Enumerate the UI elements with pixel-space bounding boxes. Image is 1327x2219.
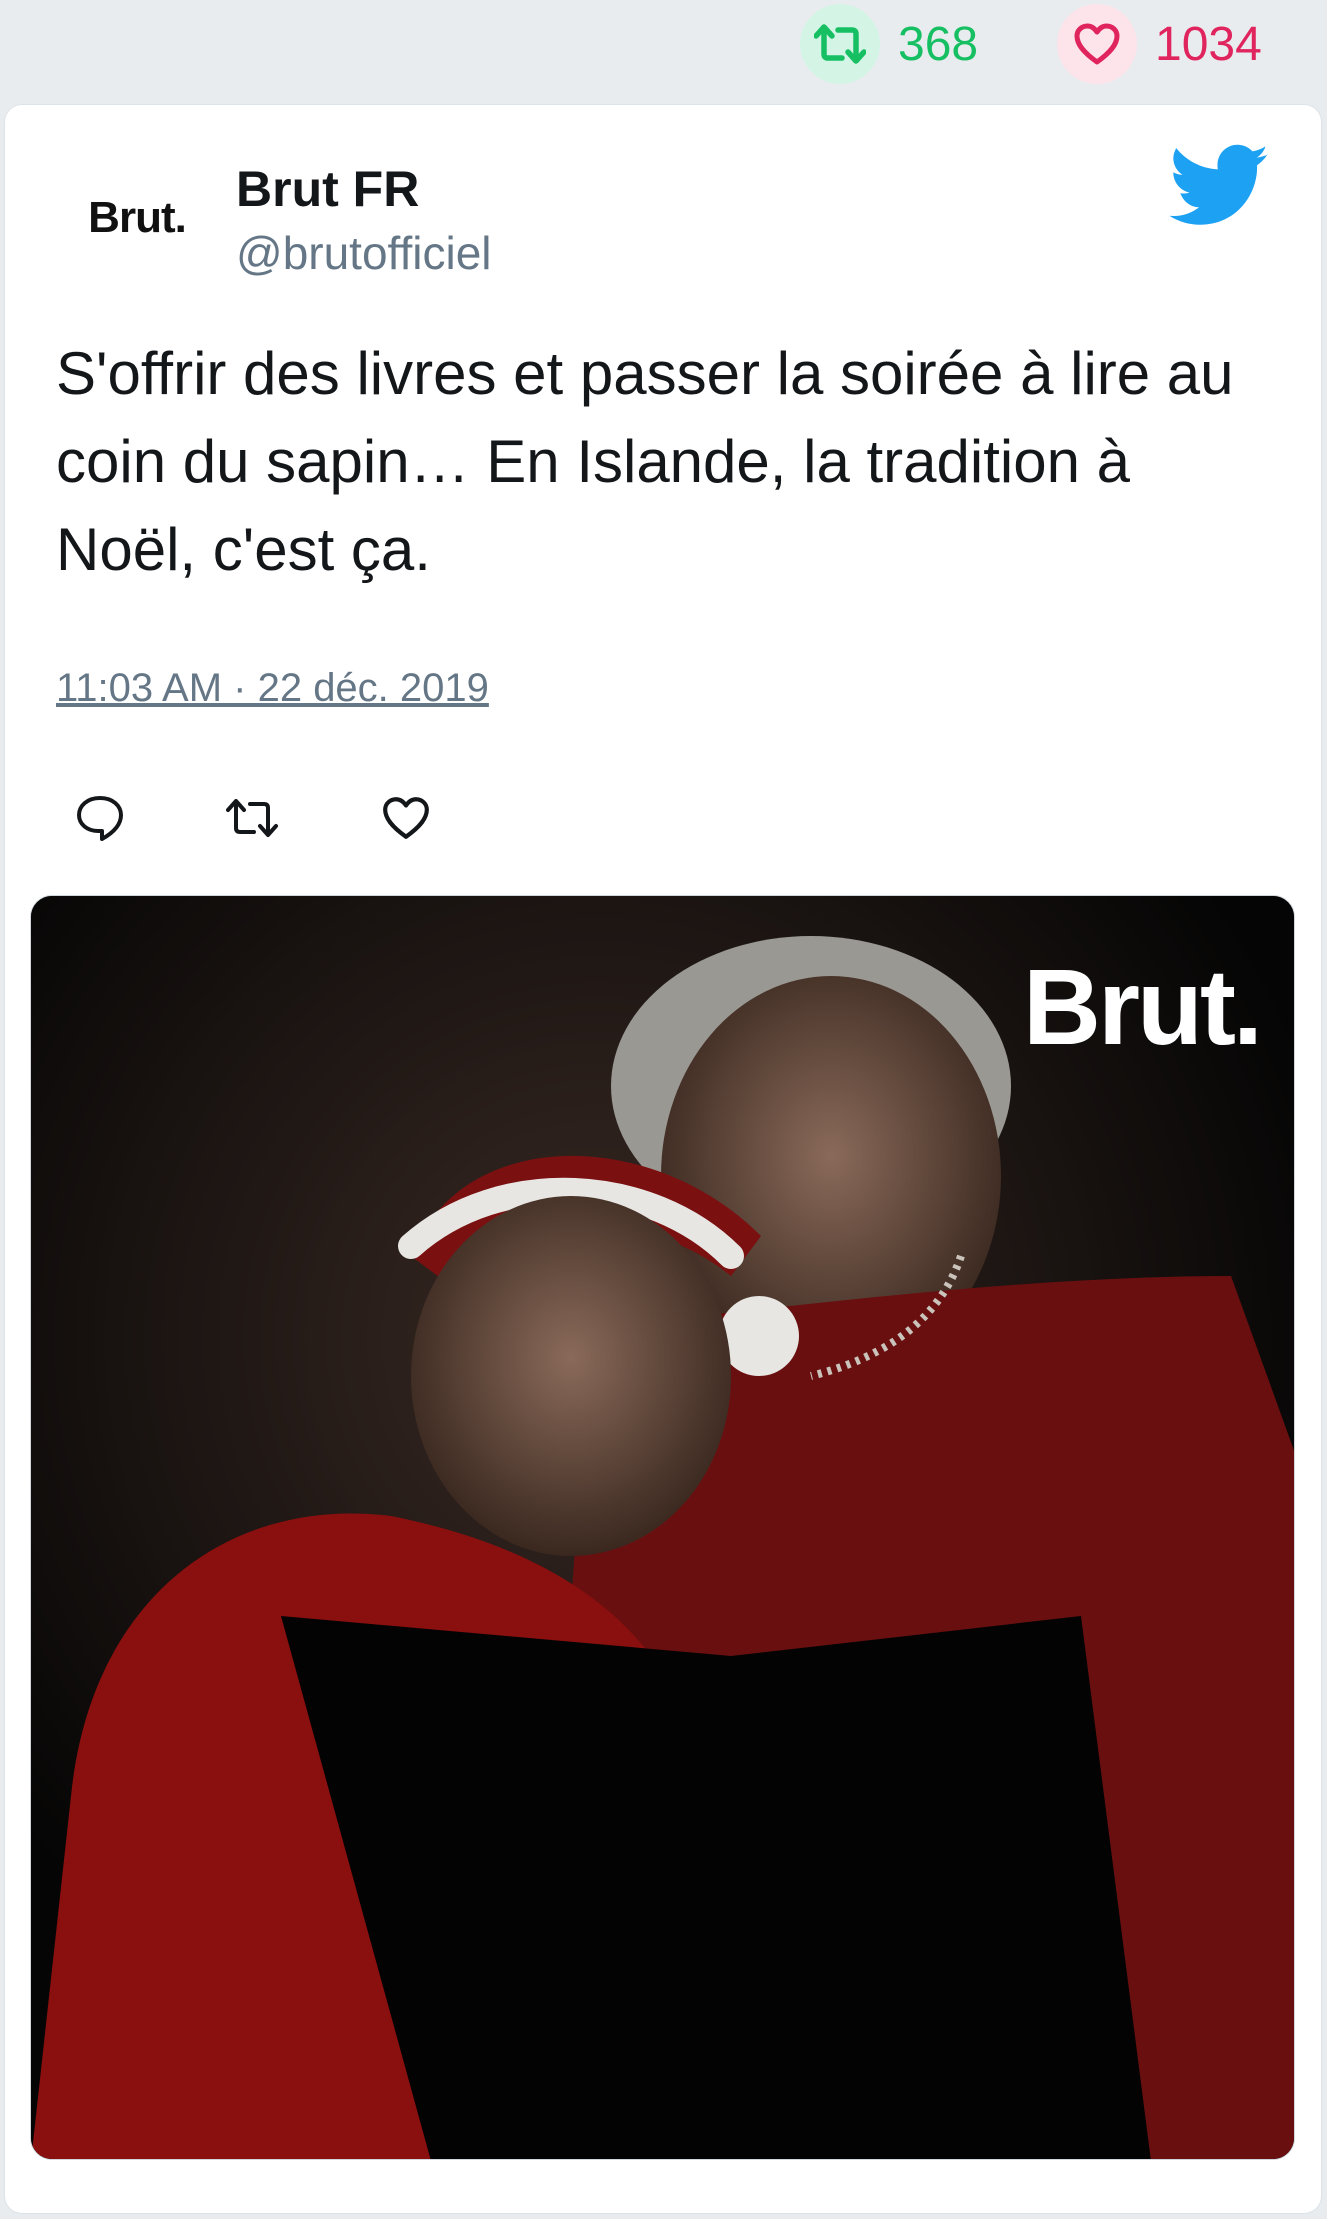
media-watermark-logo: Brut. (1023, 946, 1263, 1067)
tweet-timestamp-link[interactable]: 11:03 AM · 22 déc. 2019 (56, 666, 489, 711)
photo-image (31, 896, 1294, 2159)
heart-icon (1057, 4, 1137, 84)
avatar[interactable]: Brut. (72, 170, 202, 265)
tweet-media-image[interactable]: Brut. (30, 895, 1295, 2160)
tweet-stats-bar: 368 1034 (0, 0, 1327, 88)
retweet-button[interactable] (220, 786, 284, 850)
retweet-count: 368 (898, 17, 979, 71)
tweet-text: S'offrir des livres et passer la soirée … (56, 340, 1234, 583)
avatar-logo-text: Brut. (88, 192, 187, 242)
author-display-name[interactable]: Brut FR (236, 160, 419, 218)
reply-icon (77, 796, 123, 841)
author-handle[interactable]: @brutofficiel (236, 226, 492, 280)
retweet-stat[interactable]: 368 (800, 0, 978, 88)
reply-button[interactable] (68, 786, 132, 850)
like-stat[interactable]: 1034 (1057, 0, 1262, 88)
twitter-bird-icon[interactable] (1169, 144, 1270, 228)
like-count: 1034 (1155, 17, 1262, 71)
like-button[interactable] (374, 786, 438, 850)
heart-icon (383, 797, 429, 839)
retweet-icon (226, 799, 278, 837)
retweet-icon (800, 4, 880, 84)
